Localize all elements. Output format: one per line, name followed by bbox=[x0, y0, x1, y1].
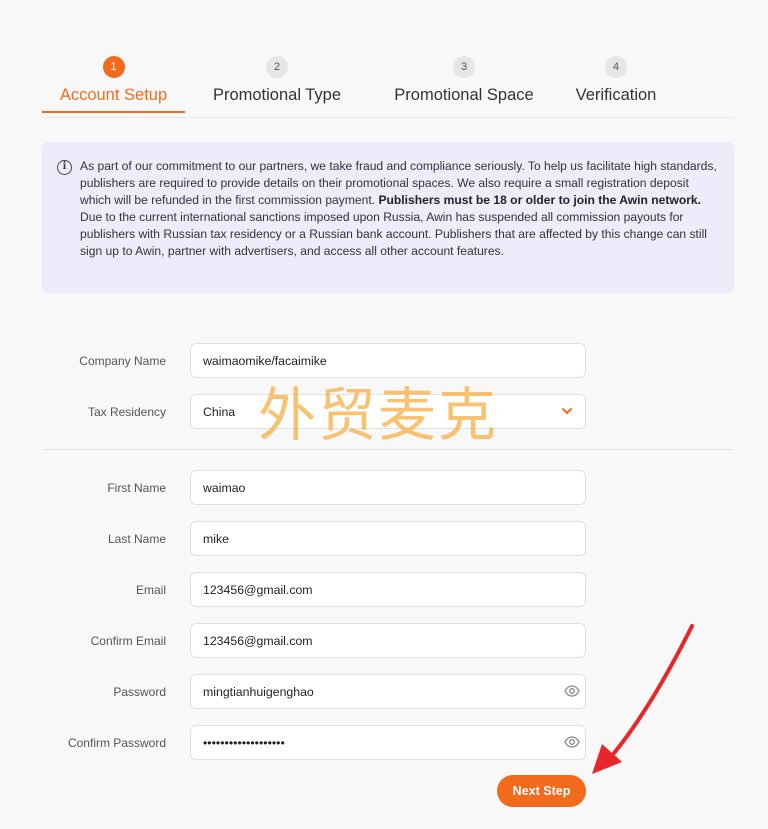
step-label: Verification bbox=[575, 86, 657, 104]
password-input[interactable] bbox=[190, 674, 586, 709]
first-name-row: First Name bbox=[42, 470, 734, 506]
email-row: Email bbox=[42, 572, 734, 608]
first-name-label: First Name bbox=[107, 481, 166, 495]
notice-paragraph-1: As part of our commitment to our partner… bbox=[80, 158, 718, 209]
step-promotional-type[interactable]: 2 Promotional Type bbox=[210, 56, 344, 105]
progress-stepper: 1 Account Setup 2 Promotional Type 3 Pro… bbox=[42, 56, 734, 118]
step-number: 2 bbox=[266, 56, 288, 78]
next-step-button[interactable]: Next Step bbox=[497, 775, 586, 807]
tax-residency-value: China bbox=[203, 404, 236, 419]
step-label: Promotional Space bbox=[394, 86, 534, 104]
email-input[interactable] bbox=[190, 572, 586, 607]
notice-age-requirement: Publishers must be 18 or older to join t… bbox=[378, 193, 702, 207]
last-name-row: Last Name bbox=[42, 521, 734, 557]
eye-icon[interactable] bbox=[564, 734, 580, 750]
notice-paragraph-2: Due to the current international sanctio… bbox=[80, 210, 707, 258]
tax-residency-label: Tax Residency bbox=[87, 405, 166, 419]
compliance-notice: i As part of our commitment to our partn… bbox=[42, 142, 734, 293]
step-verification[interactable]: 4 Verification bbox=[572, 56, 660, 105]
section-divider bbox=[42, 449, 734, 450]
last-name-label: Last Name bbox=[107, 532, 166, 546]
watermark-text: 外贸麦克 bbox=[258, 381, 499, 449]
confirm-password-input[interactable] bbox=[190, 725, 586, 760]
confirm-email-label: Confirm Email bbox=[90, 634, 166, 648]
step-label: Promotional Type bbox=[212, 86, 342, 104]
red-arrow-annotation bbox=[592, 624, 694, 774]
company-name-label: Company Name bbox=[79, 354, 166, 368]
chevron-down-icon bbox=[562, 408, 572, 414]
step-promotional-space[interactable]: 3 Promotional Space bbox=[392, 56, 536, 105]
step-label: Account Setup bbox=[59, 86, 168, 104]
step-number: 1 bbox=[102, 56, 125, 78]
eye-icon[interactable] bbox=[564, 683, 580, 699]
confirm-password-label: Confirm Password bbox=[67, 736, 166, 750]
step-account-setup[interactable]: 1 Account Setup bbox=[42, 56, 185, 113]
first-name-input[interactable] bbox=[190, 470, 586, 505]
step-number: 4 bbox=[605, 56, 627, 78]
info-icon: i bbox=[57, 160, 72, 175]
step-number: 3 bbox=[453, 56, 475, 78]
password-label: Password bbox=[113, 685, 166, 699]
confirm-email-input[interactable] bbox=[190, 623, 586, 658]
last-name-input[interactable] bbox=[190, 521, 586, 556]
email-label: Email bbox=[135, 583, 166, 597]
